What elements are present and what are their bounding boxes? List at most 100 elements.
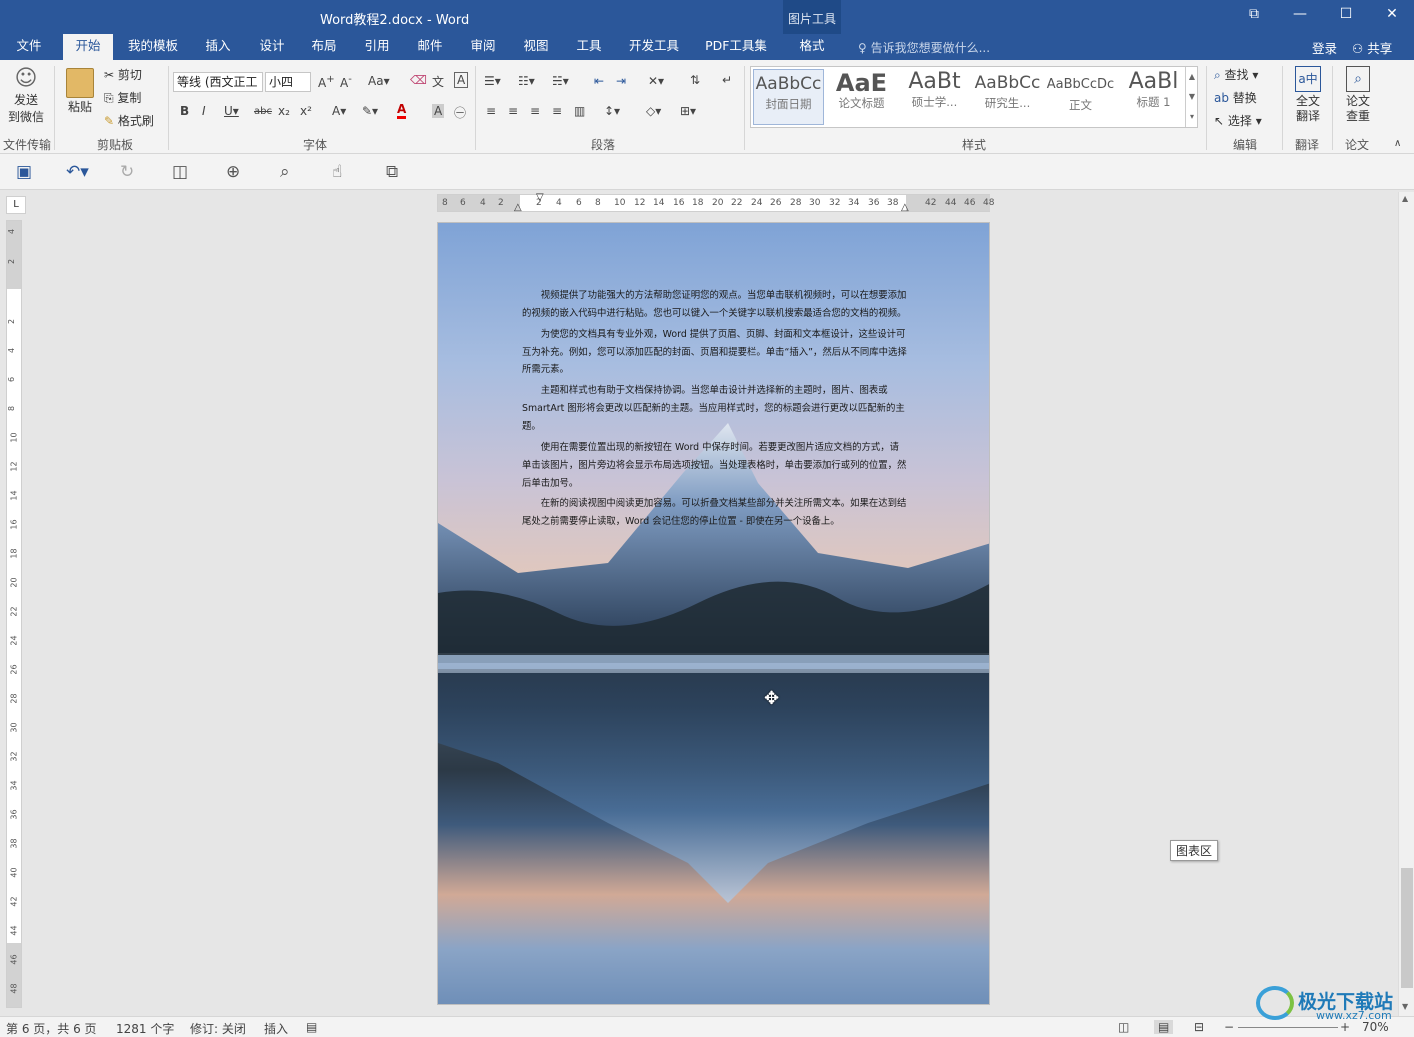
chinese-layout-icon[interactable]: ✕▾ xyxy=(648,74,664,88)
copy-button[interactable]: ⎘ 复制 xyxy=(104,89,141,106)
text-effects-icon[interactable]: A▾ xyxy=(332,104,346,118)
close-button[interactable]: ✕ xyxy=(1380,6,1404,22)
web-layout-view-icon[interactable]: ⊟ xyxy=(1194,1020,1204,1034)
align-center-icon[interactable]: ≡ xyxy=(508,104,518,118)
enclose-character-icon[interactable]: ㊀ xyxy=(454,104,466,121)
superscript-icon[interactable]: x² xyxy=(300,104,312,118)
full-text-translate-button[interactable]: a中 全文 翻译 xyxy=(1288,66,1328,124)
phonetic-guide-icon[interactable]: 文 xyxy=(432,73,444,90)
sort-icon[interactable]: ⇅ xyxy=(690,73,700,87)
distributed-icon[interactable]: ▥ xyxy=(574,104,585,118)
scroll-up-icon[interactable]: ▲ xyxy=(1402,194,1408,203)
read-mode-icon[interactable]: ◫ xyxy=(172,162,188,182)
ribbon-display-options-icon[interactable]: ⧉ xyxy=(1242,6,1266,22)
show-marks-icon[interactable]: ↵ xyxy=(722,73,732,87)
line-spacing-icon[interactable]: ↕▾ xyxy=(604,104,620,118)
styles-scroll-arrows[interactable]: ▲ ▼ ▾ xyxy=(1185,67,1198,127)
styles-gallery[interactable]: AaBbCc 封面日期 AaE 论文标题 AaBt 硕士学... AaBbCc 研究生.… xyxy=(750,66,1198,128)
zoom-slider[interactable] xyxy=(1238,1027,1338,1028)
horizontal-ruler[interactable]: 8 6 4 2 2 4 6 8 10 12 14 16 18 20 22 24 26 28 30 32 34 36 38 42… xyxy=(437,192,994,213)
paragraph[interactable]: 在新的阅读视图中阅读更加容易。可以折叠文档某些部分并关注所需文本。如果在达到结尾… xyxy=(522,495,908,531)
shrink-font-icon[interactable]: A- xyxy=(340,74,352,90)
cut-button[interactable]: ✂ 剪切 xyxy=(104,66,142,83)
multilevel-list-icon[interactable]: ☵▾ xyxy=(552,74,569,88)
underline-icon[interactable]: U▾ xyxy=(224,104,239,118)
maximize-button[interactable]: ☐ xyxy=(1334,6,1358,22)
format-painter-button[interactable]: ✎ 格式刷 xyxy=(104,112,154,129)
tab-home[interactable]: 开始 xyxy=(63,34,113,60)
strikethrough-icon[interactable]: abc xyxy=(254,106,272,117)
word-count[interactable]: 1281 个字 xyxy=(116,1020,174,1037)
undo-icon[interactable]: ↶▾ xyxy=(66,162,89,182)
print-layout-view-icon[interactable]: ▤ xyxy=(1154,1020,1174,1034)
page-count[interactable]: 第 6 页，共 6 页 xyxy=(6,1020,97,1037)
tab-my-templates[interactable]: 我的模板 xyxy=(121,34,185,60)
macro-record-icon[interactable]: ▤ xyxy=(306,1020,317,1034)
align-right-icon[interactable]: ≡ xyxy=(530,104,540,118)
share-button[interactable]: ⚇ 共享 xyxy=(1352,38,1392,57)
redo-icon[interactable]: ↻ xyxy=(120,162,134,182)
tell-me-search[interactable]: ♀ 告诉我您想要做什么... xyxy=(858,39,990,56)
tab-stop-selector[interactable]: L xyxy=(6,196,26,214)
style-masters[interactable]: AaBt 硕士学... xyxy=(899,69,970,125)
tab-developer[interactable]: 开发工具 xyxy=(622,34,686,60)
tab-tools[interactable]: 工具 xyxy=(567,34,611,60)
tab-pdf-tools[interactable]: PDF工具集 xyxy=(698,34,774,60)
select-button[interactable]: ↖ 选择 ▾ xyxy=(1214,112,1262,129)
touch-mode-icon[interactable]: ☝ xyxy=(332,162,342,182)
change-case-icon[interactable]: Aa▾ xyxy=(368,74,390,88)
vertical-ruler[interactable]: 4 2 2 4 6 8 10 12 14 16 18 20 22 24 26 28 30 32 34 36 38 40 42… xyxy=(6,220,22,1008)
send-to-wechat-button[interactable]: ☺ 发送 到微信 xyxy=(4,66,48,125)
numbering-icon[interactable]: ☷▾ xyxy=(518,74,535,88)
increase-indent-icon[interactable]: ⇥ xyxy=(616,74,626,88)
document-page[interactable]: 视频提供了功能强大的方法帮助您证明您的观点。当您单击联机视频时，可以在想要添加的… xyxy=(437,222,990,1005)
style-normal[interactable]: AaBbCcDc 正文 xyxy=(1045,69,1116,125)
align-left-icon[interactable]: ≡ xyxy=(486,104,496,118)
find-button[interactable]: ⌕ 查找 ▾ xyxy=(1214,66,1258,83)
minimize-button[interactable]: — xyxy=(1288,6,1312,22)
paste-button[interactable]: 粘贴 xyxy=(60,66,100,115)
left-indent-marker[interactable]: △ xyxy=(514,202,522,213)
style-paper-title[interactable]: AaE 论文标题 xyxy=(826,69,897,125)
right-indent-marker[interactable]: △ xyxy=(901,202,909,213)
first-line-indent-marker[interactable]: ▽ xyxy=(536,192,544,203)
bold-icon[interactable]: B xyxy=(180,104,189,118)
tab-format[interactable]: 格式 xyxy=(785,34,839,60)
style-cover-date[interactable]: AaBbCc 封面日期 xyxy=(753,69,824,125)
character-border-icon[interactable]: A xyxy=(454,72,469,88)
highlight-icon[interactable]: ✎▾ xyxy=(362,104,378,118)
insert-mode-status[interactable]: 插入 xyxy=(264,1020,288,1037)
paragraph[interactable]: 主题和样式也有助于文档保持协调。当您单击设计并选择新的主题时，图片、图表或 Sm… xyxy=(522,382,908,436)
tab-review[interactable]: 审阅 xyxy=(461,34,505,60)
clear-formatting-icon[interactable]: ⌫ xyxy=(410,73,427,87)
replace-button[interactable]: ab 替换 xyxy=(1214,89,1257,106)
tab-insert[interactable]: 插入 xyxy=(196,34,240,60)
character-shading-icon[interactable]: A xyxy=(432,104,445,118)
zoom-out-icon[interactable]: − xyxy=(1224,1020,1234,1034)
vertical-scrollbar[interactable]: ▲ ▼ xyxy=(1398,192,1414,1016)
paper-check-button[interactable]: ⌕ 论文 查重 xyxy=(1338,66,1378,124)
web-layout-icon[interactable]: ⊕ xyxy=(226,162,240,182)
tab-layout[interactable]: 布局 xyxy=(302,34,346,60)
collapse-ribbon-icon[interactable]: ∧ xyxy=(1394,138,1401,149)
tab-file[interactable]: 文件 xyxy=(8,34,50,60)
tab-references[interactable]: 引用 xyxy=(355,34,399,60)
style-graduate[interactable]: AaBbCc 研究生... xyxy=(972,69,1043,125)
track-changes-status[interactable]: 修订: 关闭 xyxy=(190,1020,246,1037)
paragraph[interactable]: 视频提供了功能强大的方法帮助您证明您的观点。当您单击联机视频时，可以在想要添加的… xyxy=(522,287,908,323)
paragraph[interactable]: 使用在需要位置出现的新按钮在 Word 中保存时间。若要更改图片适应文档的方式，… xyxy=(522,439,908,493)
scrollbar-thumb[interactable] xyxy=(1401,868,1413,988)
paragraph[interactable]: 为使您的文档具有专业外观，Word 提供了页眉、页脚、封面和文本框设计，这些设计… xyxy=(522,326,908,380)
grow-font-icon[interactable]: A+ xyxy=(318,74,335,90)
read-mode-view-icon[interactable]: ◫ xyxy=(1118,1020,1129,1034)
sign-in-link[interactable]: 登录 xyxy=(1312,38,1337,57)
font-name-combo[interactable]: 等线 (西文正工 xyxy=(173,72,263,92)
bullets-icon[interactable]: ☰▾ xyxy=(484,74,501,88)
borders-icon[interactable]: ⊞▾ xyxy=(680,104,696,118)
tab-mailings[interactable]: 邮件 xyxy=(408,34,452,60)
subscript-icon[interactable]: x₂ xyxy=(278,104,290,118)
style-heading-1[interactable]: AaBl 标题 1 xyxy=(1118,69,1189,125)
customize-icon[interactable]: ⧉ xyxy=(386,162,398,182)
tab-view[interactable]: 视图 xyxy=(514,34,558,60)
decrease-indent-icon[interactable]: ⇤ xyxy=(594,74,604,88)
